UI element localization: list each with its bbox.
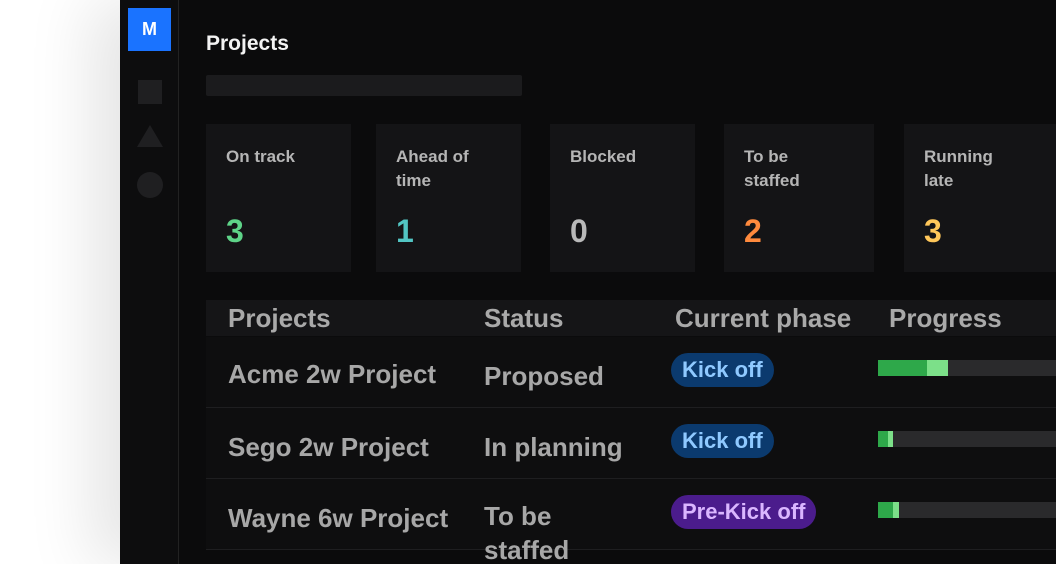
circle-icon[interactable]: [137, 172, 163, 198]
nav-rail: M: [120, 0, 179, 564]
column-header-current-phase[interactable]: Current phase: [675, 303, 851, 334]
project-name[interactable]: Sego 2w Project: [228, 432, 429, 463]
progress-segment-secondary: [893, 502, 899, 518]
progress-segment-primary: [878, 360, 928, 376]
summary-card-ahead-of-time[interactable]: Ahead of time 1: [376, 124, 521, 272]
column-header-status[interactable]: Status: [484, 303, 563, 334]
summary-card-blocked[interactable]: Blocked 0: [550, 124, 695, 272]
card-value: 3: [226, 213, 244, 249]
project-status: Proposed: [484, 361, 604, 391]
main-content: Projects On track 3 Ahead of time 1 Bloc…: [179, 0, 1056, 564]
square-icon[interactable]: [138, 80, 162, 104]
summary-card-on-track[interactable]: On track 3: [206, 124, 351, 272]
triangle-icon[interactable]: [137, 125, 163, 147]
progress-bar: [878, 360, 1056, 376]
progress-segment-primary: [878, 431, 888, 447]
summary-card-running-late[interactable]: Running late 3: [904, 124, 1056, 272]
progress-bar: [878, 431, 1056, 447]
phase-badge: Kick off: [671, 353, 774, 387]
card-value: 1: [396, 213, 414, 249]
table-row[interactable]: Sego 2w Project In planning Kick off: [206, 408, 1056, 479]
project-status: In planning: [484, 432, 623, 462]
project-name[interactable]: Wayne 6w Project: [228, 503, 448, 534]
project-name[interactable]: Acme 2w Project: [228, 359, 436, 390]
card-value: 0: [570, 213, 588, 249]
table-row[interactable]: Acme 2w Project Proposed Kick off: [206, 337, 1056, 408]
summary-card-to-be-staffed[interactable]: To be staffed 2: [724, 124, 874, 272]
column-header-progress[interactable]: Progress: [889, 303, 1002, 334]
app-logo[interactable]: M: [128, 8, 171, 51]
card-label: To be staffed: [744, 147, 800, 190]
card-label: Running late: [924, 147, 993, 190]
app-window: M Projects On track 3 Ahead of time 1 Bl…: [120, 0, 1056, 564]
progress-bar: [878, 502, 1056, 518]
phase-badge: Pre-Kick off: [671, 495, 817, 529]
card-label: Ahead of time: [396, 147, 469, 190]
table-row[interactable]: Wayne 6w Project To be staffed Pre-Kick …: [206, 479, 1056, 564]
card-value: 3: [924, 213, 942, 249]
search-bar[interactable]: [206, 75, 522, 96]
column-header-projects[interactable]: Projects: [228, 303, 331, 334]
project-status: To be staffed: [484, 501, 570, 564]
progress-fill: [878, 502, 899, 518]
card-label: On track: [226, 147, 295, 166]
table-header: Projects Status Current phase Progress: [206, 300, 1056, 336]
progress-segment-secondary: [887, 431, 894, 447]
progress-fill: [878, 360, 949, 376]
phase-badge: Kick off: [671, 424, 774, 458]
card-value: 2: [744, 213, 762, 249]
page-title: Projects: [206, 32, 289, 55]
progress-fill: [878, 431, 894, 447]
progress-segment-primary: [878, 502, 894, 518]
progress-segment-secondary: [927, 360, 949, 376]
card-label: Blocked: [570, 147, 637, 166]
